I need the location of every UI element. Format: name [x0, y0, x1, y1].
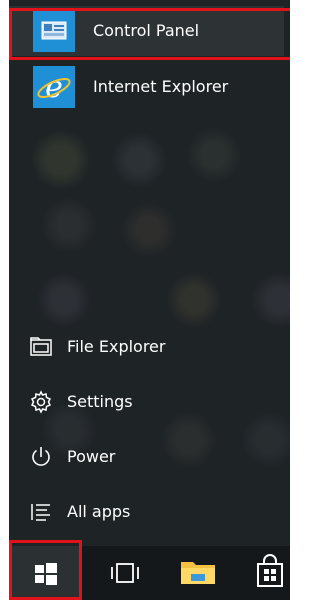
menu-label-settings: Settings	[67, 392, 133, 411]
file-explorer-folder-icon	[181, 562, 215, 584]
app-label-internet-explorer: Internet Explorer	[93, 77, 229, 96]
menu-item-all-apps[interactable]: All apps	[9, 492, 284, 532]
menu-label-all-apps: All apps	[67, 502, 131, 521]
task-view-icon	[111, 563, 139, 583]
taskbar-file-explorer-button[interactable]	[169, 546, 229, 600]
store-button[interactable]	[241, 546, 290, 600]
svg-text:e: e	[45, 70, 63, 105]
menu-item-settings[interactable]: Settings	[9, 382, 284, 422]
internet-explorer-icon: e	[33, 66, 75, 108]
app-item-control-panel[interactable]: Control Panel	[9, 6, 284, 56]
store-bag-icon	[257, 554, 283, 587]
menu-label-file-explorer: File Explorer	[67, 337, 166, 356]
menu-item-file-explorer[interactable]: File Explorer	[9, 327, 284, 367]
gear-icon	[29, 390, 53, 414]
windows-start-icon	[35, 563, 57, 585]
app-item-internet-explorer[interactable]: e Internet Explorer	[9, 62, 284, 112]
all-apps-list-icon	[29, 500, 53, 524]
start-button[interactable]	[9, 546, 82, 600]
menu-label-power: Power	[67, 447, 116, 466]
power-icon	[29, 445, 53, 469]
taskbar	[9, 546, 290, 600]
control-panel-icon	[33, 10, 75, 52]
task-view-button[interactable]	[97, 546, 157, 600]
app-label-control-panel: Control Panel	[93, 21, 200, 40]
file-explorer-icon	[29, 335, 53, 359]
menu-item-power[interactable]: Power	[9, 437, 284, 477]
start-menu-frame: Control Panel e Internet Explorer File E…	[9, 0, 290, 600]
start-menu: Control Panel e Internet Explorer File E…	[9, 0, 290, 546]
